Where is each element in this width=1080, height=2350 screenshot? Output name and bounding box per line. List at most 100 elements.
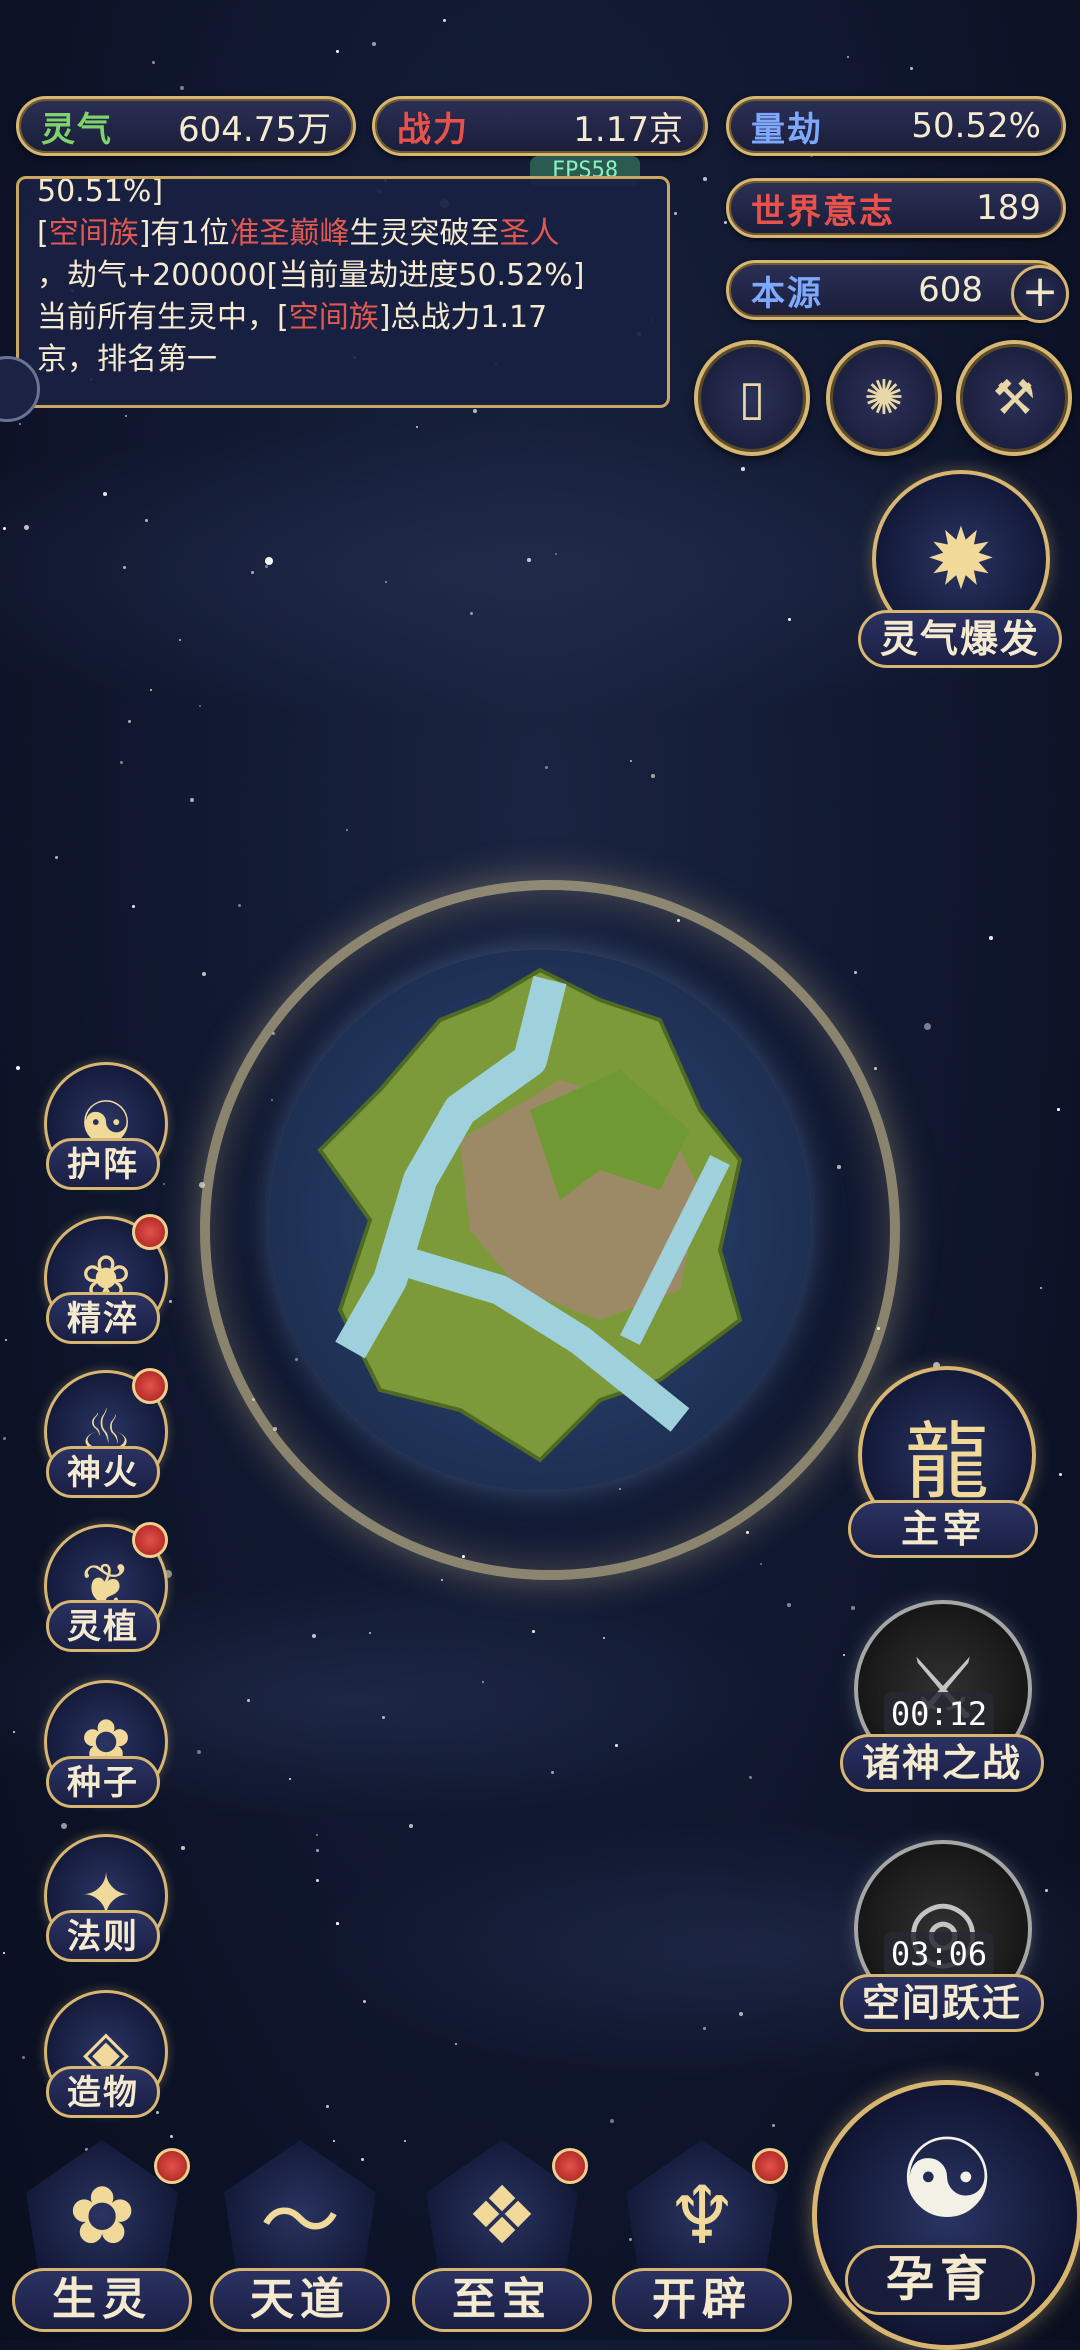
log-line: ，劫气+200000[当前量劫进度50.52%] — [37, 258, 585, 293]
star — [265, 557, 274, 566]
space-jump-button[interactable]: ◎ 03:06 空间跃迁 — [840, 1840, 1044, 2050]
star — [1035, 2072, 1039, 2076]
card-icon: ▯ — [738, 370, 766, 426]
star — [312, 1634, 316, 1638]
star — [551, 1771, 555, 1775]
star — [197, 1750, 201, 1754]
skill-button[interactable]: ♨ 神火 — [38, 1368, 168, 1520]
star — [854, 971, 857, 974]
kaipi-button[interactable]: ♆ 开辟 — [612, 2140, 792, 2340]
star — [169, 1300, 173, 1304]
star — [190, 798, 194, 802]
star — [132, 905, 136, 909]
star — [123, 566, 127, 570]
tiandao-button[interactable]: 〜 天道 — [210, 2140, 390, 2340]
star — [385, 581, 388, 584]
star — [1045, 1889, 1048, 1892]
star — [265, 565, 268, 568]
star — [545, 766, 548, 769]
star — [760, 1563, 763, 1566]
liangjie-value: 50.52% — [911, 106, 1041, 146]
event-log[interactable]: 50.51%] [空间族]有1位准圣巅峰生灵突破至圣人 ，劫气+200000[当… — [16, 176, 670, 408]
liangjie-label: 量劫 — [751, 109, 823, 150]
star — [13, 1731, 16, 1734]
star — [199, 705, 202, 708]
lingqi-burst-button[interactable]: ✹ 灵气爆发 — [858, 470, 1062, 680]
benyuan-label: 本源 — [751, 273, 823, 314]
zhanli-resource: 战力 1.17京 — [372, 96, 708, 156]
star — [3, 527, 7, 531]
skill-label: 护阵 — [46, 1138, 160, 1190]
skill-label: 造物 — [46, 2066, 160, 2118]
star — [1059, 1473, 1063, 1477]
star — [55, 856, 59, 860]
star — [363, 2000, 367, 2004]
zhushen-battle-button[interactable]: ⚔ 00:12 诸神之战 — [840, 1600, 1044, 1810]
tiandao-label: 天道 — [210, 2268, 390, 2332]
star — [128, 720, 132, 724]
shengling-button[interactable]: ✿ 生灵 — [12, 2140, 192, 2340]
star — [788, 618, 792, 622]
shijie-value: 189 — [976, 188, 1041, 228]
star — [179, 639, 182, 642]
zhushen-label: 诸神之战 — [840, 1734, 1044, 1792]
star — [404, 2140, 407, 2143]
star — [746, 1531, 750, 1535]
skill-button[interactable]: ❦ 灵植 — [38, 1522, 168, 1674]
notification-badge — [154, 2148, 190, 2184]
star — [150, 689, 153, 692]
star — [170, 2135, 173, 2138]
card-button[interactable]: ▯ — [694, 340, 810, 456]
star — [125, 415, 128, 418]
star — [3, 1437, 6, 1440]
star — [874, 1067, 877, 1070]
planet[interactable] — [300, 960, 780, 1470]
zhibao-button[interactable]: ❖ 至宝 — [412, 2140, 592, 2340]
skill-button[interactable]: ❀ 精淬 — [38, 1214, 168, 1366]
vortex-button[interactable]: ✺ — [826, 340, 942, 456]
shengling-label: 生灵 — [12, 2268, 192, 2332]
star — [443, 19, 446, 22]
skill-button[interactable]: ✿ 种子 — [38, 1680, 168, 1830]
star — [316, 1879, 320, 1883]
benyuan-resource: 本源 608 + — [726, 260, 1069, 323]
hammer-button[interactable]: ⚒ — [956, 340, 1072, 456]
star — [910, 67, 914, 71]
zhushen-timer: 00:12 — [884, 1692, 994, 1736]
star — [382, 1716, 386, 1720]
zhanli-label: 战力 — [397, 109, 469, 150]
notification-badge — [132, 1522, 168, 1558]
star — [615, 1744, 619, 1748]
add-benyuan-button[interactable]: + — [1011, 265, 1069, 323]
star — [724, 221, 728, 225]
notification-badge — [132, 1214, 168, 1250]
star — [473, 409, 477, 413]
yunyu-button[interactable]: ☯ 孕育 — [812, 2080, 1080, 2350]
star — [482, 1681, 484, 1683]
lingqi-resource: 灵气 604.75万 — [16, 96, 356, 156]
star — [555, 553, 558, 556]
skill-button[interactable]: ◈ 造物 — [38, 1990, 168, 2140]
star — [847, 56, 850, 59]
zhibao-label: 至宝 — [412, 2268, 592, 2332]
skill-label: 种子 — [46, 1756, 160, 1808]
skill-button[interactable]: ✦ 法则 — [38, 1834, 168, 1984]
star — [741, 467, 745, 471]
star — [202, 972, 206, 976]
star — [703, 2027, 706, 2030]
star — [24, 525, 30, 531]
zhanli-value: 1.17京 — [573, 109, 683, 150]
star — [409, 1824, 413, 1828]
star — [16, 1066, 20, 1070]
star — [346, 829, 349, 832]
log-line: 50.51%] — [37, 176, 164, 209]
star — [251, 571, 255, 575]
star — [19, 423, 21, 425]
star — [610, 2119, 614, 2123]
star — [924, 1023, 932, 1031]
skill-button[interactable]: ☯ 护阵 — [38, 1062, 168, 1212]
star — [739, 2012, 743, 2016]
star — [651, 774, 655, 778]
log-line: [空间族]有1位准圣巅峰生灵突破至圣人 — [37, 216, 560, 251]
zhuzai-button[interactable]: 龍 主宰 — [848, 1366, 1048, 1576]
